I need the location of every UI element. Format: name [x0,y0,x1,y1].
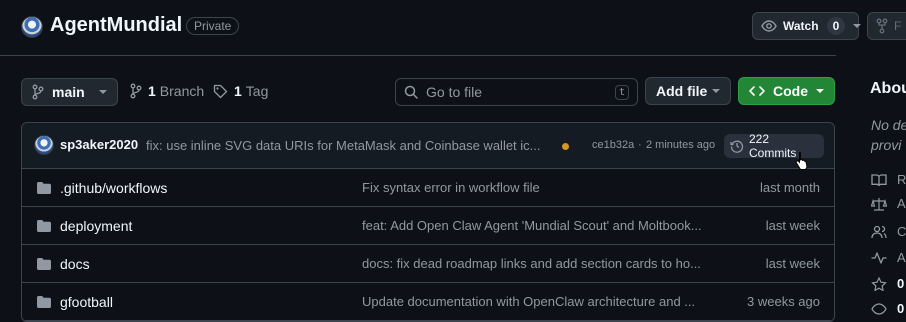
about-description-line: No de [871,117,906,133]
code-label: Code [773,83,808,99]
owner-avatar[interactable] [21,16,43,38]
code-icon [749,85,765,97]
file-name[interactable]: deployment [60,218,132,234]
file-date: last month [760,180,820,195]
fork-button[interactable]: F [867,12,906,40]
sidebar-item-label: Ac [897,250,906,265]
add-file-button[interactable]: Add file [645,77,731,105]
branches-link[interactable]: 1 Branch [130,83,204,99]
pulse-icon [871,251,887,265]
activity-link[interactable]: Ac [871,250,906,265]
tag-label: Tag [245,83,269,99]
repo-name[interactable]: AgentMundial [50,14,182,37]
sidebar-item-label: Re [897,172,906,187]
watch-label: Watch [783,19,819,33]
watch-count: 0 [826,17,846,35]
stars-link[interactable]: 0 [871,276,904,291]
file-name[interactable]: docs [60,256,90,272]
branch-selector[interactable]: main [21,78,118,106]
file-name[interactable]: gfootball [60,294,113,310]
git-branch-icon [32,84,44,100]
file-row[interactable]: .github/workflows Fix syntax error in wo… [22,169,834,207]
sidebar-item-label: Co [897,224,906,239]
sidebar-item-label: 0 [897,301,905,316]
file-row[interactable]: docs docs: fix dead roadmap links and ad… [22,245,834,283]
file-name[interactable]: .github/workflows [60,180,167,196]
watch-button[interactable]: Watch 0 [752,12,862,40]
chevron-down-icon [99,89,107,95]
file-commit-message[interactable]: docs: fix dead roadmap links and add sec… [362,256,712,271]
hand-pointer-cursor-icon [794,151,810,171]
commit-time: 2 minutes ago [646,139,716,151]
author-avatar[interactable] [34,135,54,155]
file-commit-message[interactable]: Fix syntax error in workflow file [362,180,712,195]
commit-status-dot[interactable] [562,143,569,150]
keyboard-shortcut-hint: t [615,84,629,100]
eye-icon [761,18,777,34]
fork-icon [876,18,888,34]
file-date: 3 weeks ago [747,294,820,309]
scale-icon [871,197,887,211]
eye-icon [871,302,887,316]
code-of-conduct-link[interactable]: Co [871,224,906,239]
folder-icon [36,257,52,271]
file-date: last week [765,256,820,271]
people-icon [871,225,887,239]
sidebar-item-label: Ap [897,196,906,211]
file-table: sp3aker2020 fix: use inline SVG data URI… [21,122,835,322]
file-row[interactable]: gfootball Update documentation with Open… [22,283,834,321]
chevron-down-icon [853,23,862,29]
file-row[interactable]: deployment feat: Add Open Claw Agent 'Mu… [22,207,834,245]
file-date: last week [765,218,820,233]
watchers-link[interactable]: 0 [871,301,904,316]
tags-link[interactable]: 1 Tag [213,83,268,99]
commit-author[interactable]: sp3aker2020 [60,137,138,152]
about-heading: Abou [870,80,906,97]
history-icon [730,139,744,153]
visibility-badge: Private [186,17,240,35]
folder-icon [36,181,52,195]
header-divider [0,55,836,56]
license-link[interactable]: Ap [871,196,906,211]
about-description: No de provi [871,115,906,155]
readme-link[interactable]: Re [871,172,906,187]
folder-icon [36,219,52,233]
about-description-line: provi [871,137,902,153]
commit-message[interactable]: fix: use inline SVG data URIs for MetaMa… [146,138,546,153]
git-branch-icon [130,83,142,99]
search-placeholder: Go to file [426,84,483,100]
sidebar-item-label: 0 [897,276,905,291]
commit-hash[interactable]: ce1b32a [592,139,634,151]
tag-count: 1 [234,83,242,99]
search-icon [404,85,418,99]
fork-label: F [894,19,902,33]
file-commit-message[interactable]: Update documentation with OpenClaw archi… [362,294,712,309]
branch-count: 1 [148,83,156,99]
file-commit-message[interactable]: feat: Add Open Claw Agent 'Mundial Scout… [362,218,712,233]
branch-label: Branch [159,83,205,99]
branch-name: main [52,84,85,100]
star-icon [871,276,887,291]
add-file-label: Add file [656,83,708,99]
code-button[interactable]: Code [738,77,835,105]
commit-separator: · [638,139,642,151]
tag-icon [213,84,228,99]
folder-icon [36,295,52,309]
book-icon [871,173,887,187]
go-to-file-input[interactable]: Go to file t [395,78,638,106]
latest-commit-bar: sp3aker2020 fix: use inline SVG data URI… [22,123,834,171]
chevron-down-icon [712,88,720,94]
chevron-down-icon [816,88,824,94]
